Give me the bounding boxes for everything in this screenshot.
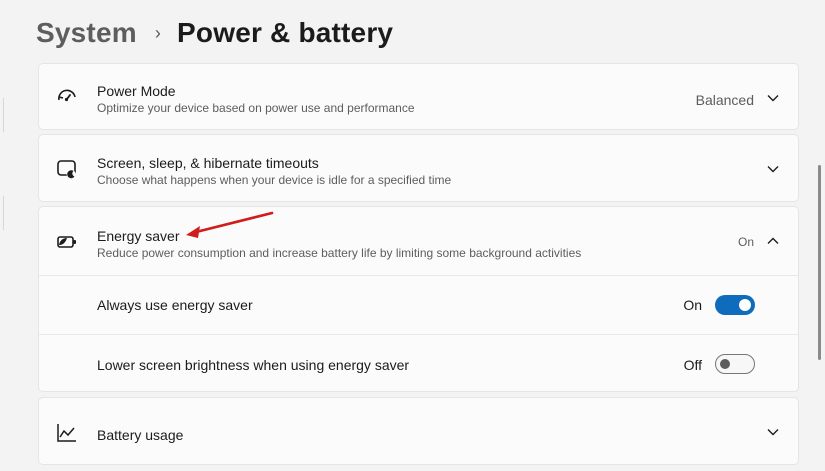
always-energy-saver-toggle[interactable] <box>715 295 755 315</box>
toggle-knob <box>720 359 730 369</box>
scrollbar[interactable] <box>818 165 821 360</box>
energy-saver-status: On <box>737 235 754 249</box>
energy-saver-card: Energy saver Reduce power consumption an… <box>38 206 799 392</box>
energy-saver-title: Energy saver <box>97 228 180 244</box>
screen-sleep-icon <box>57 160 76 179</box>
chevron-down-icon[interactable] <box>766 162 780 176</box>
lower-brightness-toggle[interactable] <box>715 354 755 374</box>
chevron-down-icon[interactable] <box>766 425 780 439</box>
line-chart-icon <box>57 424 76 442</box>
annotation-arrow-icon <box>186 211 274 238</box>
power-mode-subtitle: Optimize your device based on power use … <box>97 101 415 115</box>
battery-usage-card[interactable]: Battery usage <box>38 397 799 465</box>
always-energy-saver-state: On <box>683 297 702 313</box>
nav-pane-edge <box>0 196 4 230</box>
page-title: Power & battery <box>177 17 394 48</box>
power-mode-title: Power Mode <box>97 83 176 99</box>
screen-sleep-title: Screen, sleep, & hibernate timeouts <box>97 155 319 171</box>
always-energy-saver-row: Always use energy saver On <box>39 276 798 334</box>
energy-saver-header[interactable]: Energy saver Reduce power consumption an… <box>39 207 798 275</box>
power-mode-value[interactable]: Balanced <box>696 92 754 108</box>
screen-sleep-card[interactable]: Screen, sleep, & hibernate timeouts Choo… <box>38 134 799 202</box>
breadcrumb: System › Power & battery <box>36 14 393 52</box>
power-mode-gauge-icon <box>58 89 76 102</box>
toggle-knob <box>739 299 751 311</box>
breadcrumb-separator: › <box>154 22 162 43</box>
battery-usage-title: Battery usage <box>97 427 184 443</box>
battery-leaf-icon <box>57 236 76 248</box>
power-mode-card[interactable]: Power Mode Optimize your device based on… <box>38 63 799 130</box>
breadcrumb-system[interactable]: System <box>36 17 137 49</box>
chevron-down-icon[interactable] <box>766 91 780 105</box>
energy-saver-subtitle: Reduce power consumption and increase ba… <box>97 246 582 260</box>
screen-sleep-subtitle: Choose what happens when your device is … <box>97 173 452 187</box>
lower-brightness-state: Off <box>683 357 702 373</box>
nav-pane-edge <box>0 98 4 132</box>
lower-brightness-row: Lower screen brightness when using energ… <box>39 335 798 393</box>
chevron-up-icon[interactable] <box>766 234 780 248</box>
lower-brightness-label: Lower screen brightness when using energ… <box>97 357 410 373</box>
always-energy-saver-label: Always use energy saver <box>97 297 253 313</box>
